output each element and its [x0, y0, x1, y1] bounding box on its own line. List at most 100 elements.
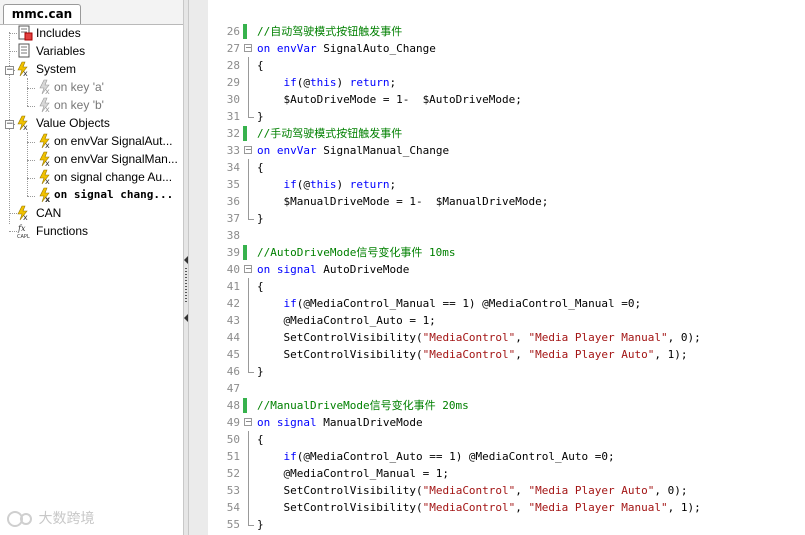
collapse-value-objects-toggle[interactable]: −: [5, 120, 14, 129]
fold-toggle-icon[interactable]: −: [244, 418, 252, 426]
fold-toggle-icon[interactable]: −: [244, 265, 252, 273]
code-line[interactable]: 38: [208, 227, 805, 244]
code-line[interactable]: 31}: [208, 108, 805, 125]
code-line[interactable]: 26 //自动驾驶模式按钮触发事件: [208, 23, 805, 40]
tree-item-can[interactable]: x CAN: [17, 204, 183, 222]
tree-item-on-signal-change-auto[interactable]: x on signal change Au...: [36, 168, 183, 186]
code-line[interactable]: 51 if(@MediaControl_Auto == 1) @MediaCon…: [208, 448, 805, 465]
code-line[interactable]: 32 //手动驾驶模式按钮触发事件: [208, 125, 805, 142]
tree-item-on-key-a[interactable]: x on key 'a': [36, 78, 183, 96]
tree-item-on-envvar-signalmanual[interactable]: x on envVar SignalMan...: [36, 150, 183, 168]
code-text[interactable]: @MediaControl_Auto = 1;: [257, 312, 435, 329]
tree-item-on-envvar-signalauto[interactable]: x on envVar SignalAut...: [36, 132, 183, 150]
code-text[interactable]: if(@MediaControl_Manual == 1) @MediaCont…: [257, 295, 641, 312]
fold-guide-line: [248, 312, 257, 329]
line-number: 44: [226, 331, 240, 344]
code-text[interactable]: //自动驾驶模式按钮触发事件: [257, 23, 402, 40]
variables-icon: [18, 43, 30, 58]
code-text[interactable]: {: [257, 57, 264, 74]
code-text[interactable]: on signal AutoDriveMode: [257, 261, 409, 278]
line-number: 43: [226, 314, 240, 327]
code-token: SetControlVisibility(: [257, 331, 423, 344]
keyword-token: return: [349, 76, 390, 89]
includes-icon: [18, 25, 33, 41]
tree-item-functions[interactable]: fx CAPL Functions: [17, 222, 183, 240]
code-line[interactable]: 30 $AutoDriveMode = 1- $AutoDriveMode;: [208, 91, 805, 108]
keyword-token: this: [310, 178, 337, 191]
code-line[interactable]: 41 {: [208, 278, 805, 295]
code-text[interactable]: $AutoDriveMode = 1- $AutoDriveMode;: [257, 91, 521, 108]
code-line[interactable]: 54 SetControlVisibility("MediaControl", …: [208, 499, 805, 516]
collapse-system-toggle[interactable]: −: [5, 66, 14, 75]
tree-item-variables[interactable]: Variables: [17, 42, 183, 60]
code-text[interactable]: {: [257, 278, 264, 295]
code-text[interactable]: SetControlVisibility("MediaControl", "Me…: [257, 346, 687, 363]
code-text[interactable]: SetControlVisibility("MediaControl", "Me…: [257, 499, 700, 516]
tree-item-on-signal-change-manual[interactable]: x on signal chang...: [36, 186, 183, 204]
code-line[interactable]: 28 {: [208, 57, 805, 74]
code-text[interactable]: if(@MediaControl_Auto == 1) @MediaContro…: [257, 448, 614, 465]
code-line[interactable]: 35 if(@this) return;: [208, 176, 805, 193]
code-line[interactable]: 55}: [208, 516, 805, 533]
svg-text:x: x: [45, 105, 50, 113]
keyword-token: if: [257, 297, 297, 310]
code-text[interactable]: SetControlVisibility("MediaControl", "Me…: [257, 482, 687, 499]
code-text[interactable]: {: [257, 431, 264, 448]
code-line[interactable]: 50 {: [208, 431, 805, 448]
code-text[interactable]: on signal ManualDriveMode: [257, 414, 423, 431]
lightning-event-icon: x: [39, 97, 50, 113]
code-text[interactable]: if(@this) return;: [257, 176, 396, 193]
code-line[interactable]: 43 @MediaControl_Auto = 1;: [208, 312, 805, 329]
file-tab[interactable]: mmc.can: [3, 4, 81, 24]
code-line[interactable]: 47: [208, 380, 805, 397]
code-text[interactable]: if(@this) return;: [257, 74, 396, 91]
splitter-grip[interactable]: [185, 268, 187, 304]
code-text[interactable]: //AutoDriveMode信号变化事件 10ms: [257, 244, 455, 261]
code-text[interactable]: {: [257, 159, 264, 176]
code-line[interactable]: 27− on envVar SignalAuto_Change: [208, 40, 805, 57]
code-line[interactable]: 44 SetControlVisibility("MediaControl", …: [208, 329, 805, 346]
code-line[interactable]: 33− on envVar SignalManual_Change: [208, 142, 805, 159]
fold-toggle-icon[interactable]: −: [244, 44, 252, 52]
code-text[interactable]: //手动驾驶模式按钮触发事件: [257, 125, 402, 142]
fold-guide-line: [248, 210, 254, 220]
fold-guide-line: [248, 516, 254, 526]
collapse-left-arrow-icon[interactable]: [184, 256, 188, 264]
tree-item-includes[interactable]: Includes: [17, 24, 183, 42]
code-line[interactable]: 36 $ManualDriveMode = 1- $ManualDriveMod…: [208, 193, 805, 210]
line-number: 39: [226, 246, 240, 259]
code-text[interactable]: SetControlVisibility("MediaControl", "Me…: [257, 329, 700, 346]
code-text[interactable]: on envVar SignalManual_Change: [257, 142, 449, 159]
code-text[interactable]: $ManualDriveMode = 1- $ManualDriveMode;: [257, 193, 548, 210]
code-token: ;: [389, 178, 397, 191]
line-number: 36: [226, 195, 240, 208]
code-line[interactable]: 49− on signal ManualDriveMode: [208, 414, 805, 431]
code-line[interactable]: 42 if(@MediaControl_Manual == 1) @MediaC…: [208, 295, 805, 312]
tree-item-on-key-b[interactable]: x on key 'b': [36, 96, 183, 114]
code-text[interactable]: @MediaControl_Manual = 1;: [257, 465, 449, 482]
code-line[interactable]: 46}: [208, 363, 805, 380]
code-line[interactable]: 53 SetControlVisibility("MediaControl", …: [208, 482, 805, 499]
code-line[interactable]: 39 //AutoDriveMode信号变化事件 10ms: [208, 244, 805, 261]
code-text[interactable]: }: [257, 108, 264, 125]
code-token: SetControlVisibility(: [257, 348, 423, 361]
code-text[interactable]: on envVar SignalAuto_Change: [257, 40, 436, 57]
code-text[interactable]: //ManualDriveMode信号变化事件 20ms: [257, 397, 469, 414]
line-number: 40: [226, 263, 240, 276]
keyword-token: if: [257, 450, 297, 463]
code-line[interactable]: 52 @MediaControl_Manual = 1;: [208, 465, 805, 482]
code-text[interactable]: }: [257, 210, 264, 227]
code-line[interactable]: 45 SetControlVisibility("MediaControl", …: [208, 346, 805, 363]
tree-item-system[interactable]: x System: [17, 60, 183, 78]
code-line[interactable]: 48 //ManualDriveMode信号变化事件 20ms: [208, 397, 805, 414]
code-line[interactable]: 29 if(@this) return;: [208, 74, 805, 91]
tree-item-value-objects[interactable]: x Value Objects: [17, 114, 183, 132]
code-line[interactable]: 40− on signal AutoDriveMode: [208, 261, 805, 278]
code-line[interactable]: 37}: [208, 210, 805, 227]
code-line[interactable]: 34 {: [208, 159, 805, 176]
fold-toggle-icon[interactable]: −: [244, 146, 252, 154]
collapse-left-arrow-icon[interactable]: [184, 314, 188, 322]
code-text[interactable]: }: [257, 516, 264, 533]
code-text[interactable]: }: [257, 363, 264, 380]
line-number: 31: [226, 110, 240, 123]
